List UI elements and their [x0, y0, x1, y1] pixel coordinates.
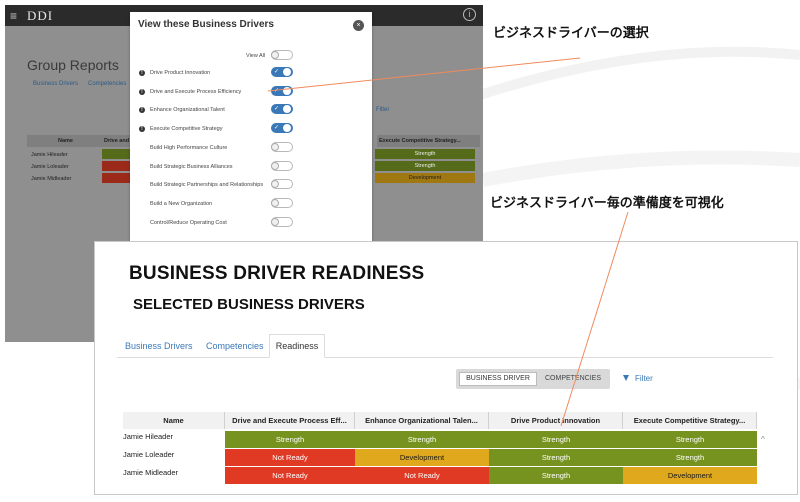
callout-line-visualize: [560, 211, 629, 427]
callout-lines: [267, 57, 629, 427]
callout-line-select: [267, 57, 581, 92]
